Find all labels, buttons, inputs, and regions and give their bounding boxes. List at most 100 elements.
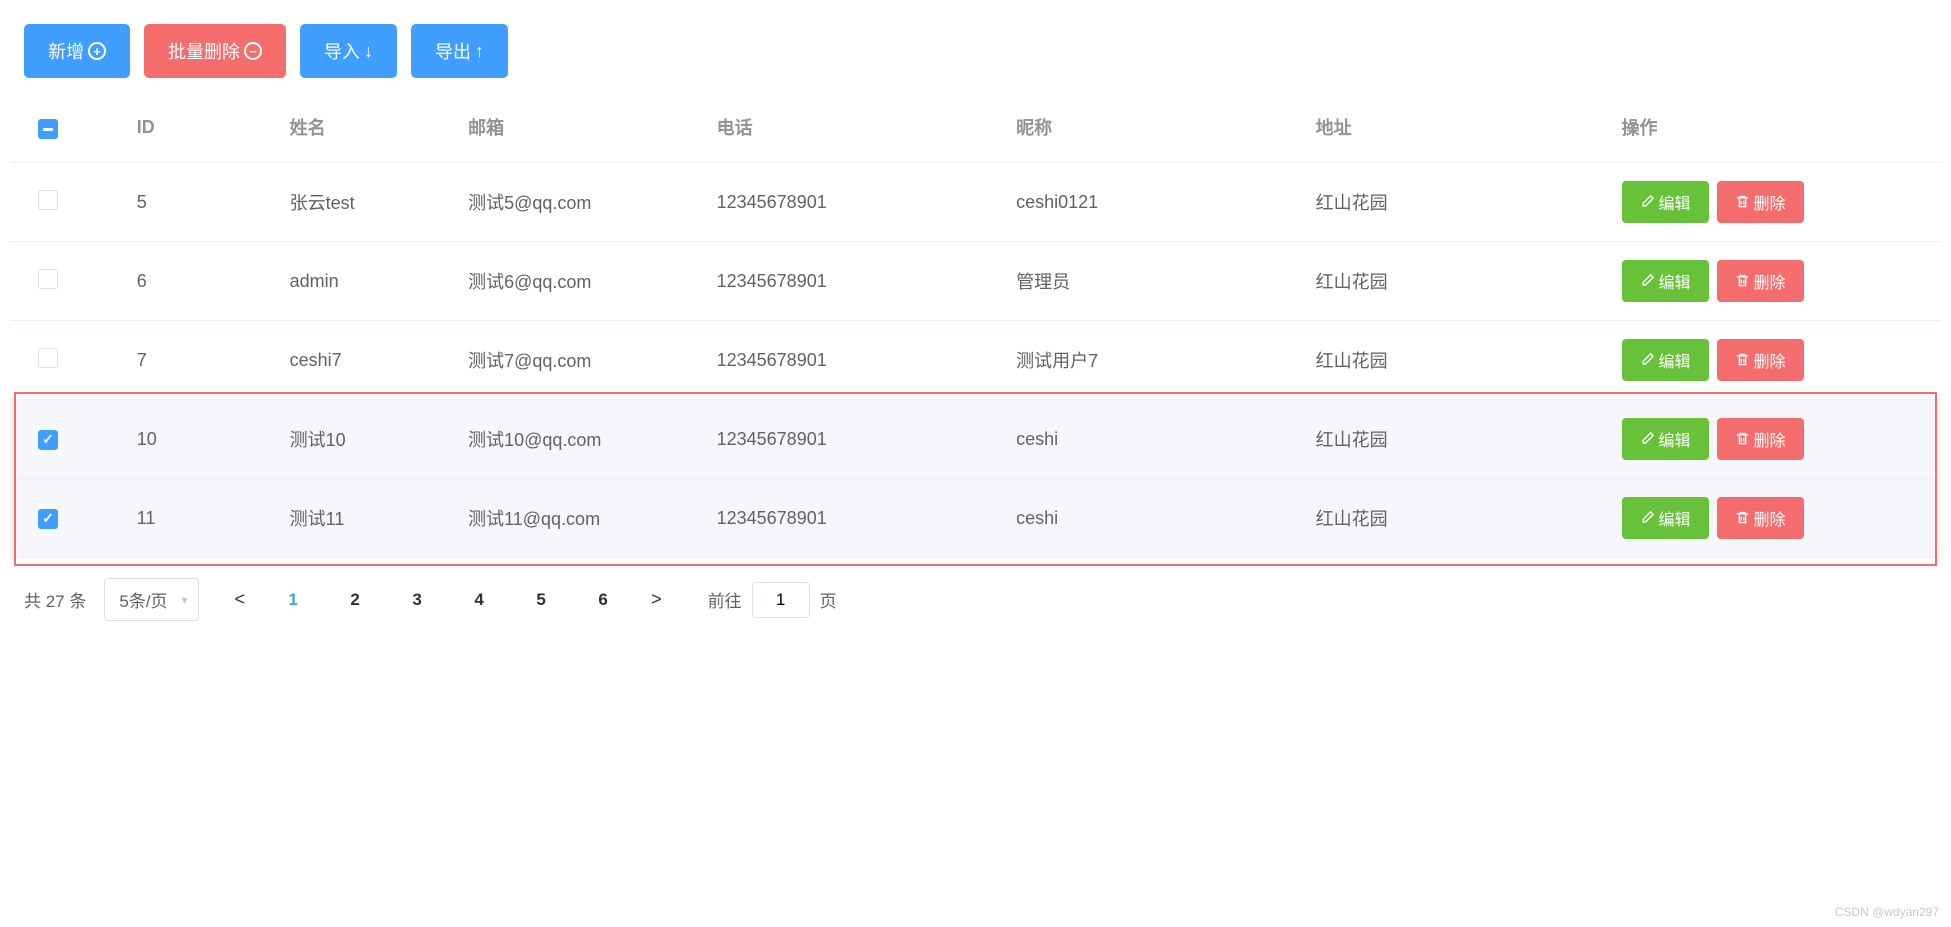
table-row: 7ceshi7测试7@qq.com12345678901测试用户7红山花园 编辑… (10, 321, 1941, 400)
page-number[interactable]: 4 (463, 590, 495, 610)
minus-circle-icon: − (244, 42, 262, 60)
table-header-row: ID 姓名 邮箱 电话 昵称 地址 操作 (10, 92, 1941, 163)
row-checkbox[interactable] (38, 430, 58, 450)
trash-icon (1735, 509, 1750, 527)
edit-button[interactable]: 编辑 (1622, 497, 1709, 539)
cell-addr: 红山花园 (1304, 479, 1610, 558)
cell-name: 张云test (278, 163, 456, 242)
row-checkbox[interactable] (38, 348, 58, 368)
edit-icon (1640, 272, 1655, 290)
row-checkbox[interactable] (38, 269, 58, 289)
prev-page[interactable]: < (227, 589, 254, 610)
page-number[interactable]: 5 (525, 590, 557, 610)
goto-input[interactable] (752, 582, 810, 618)
select-all-checkbox[interactable] (38, 119, 58, 139)
edit-label: 编辑 (1659, 269, 1691, 293)
delete-button[interactable]: 删除 (1717, 339, 1804, 381)
page-number[interactable]: 2 (339, 590, 371, 610)
col-name: 姓名 (278, 92, 456, 163)
chevron-down-icon: ▾ (182, 593, 188, 607)
arrow-down-icon: ↓ (364, 41, 373, 62)
edit-button[interactable]: 编辑 (1622, 260, 1709, 302)
add-label: 新增 (48, 38, 84, 64)
page-size-select[interactable]: 5条/页 ▾ (104, 578, 198, 621)
delete-label: 删除 (1754, 506, 1786, 530)
ops-cell: 编辑 删除 (1622, 181, 1929, 223)
cell-name: ceshi7 (278, 321, 456, 400)
cell-nick: ceshi0121 (1004, 163, 1304, 242)
trash-icon (1735, 351, 1750, 369)
cell-addr: 红山花园 (1304, 321, 1610, 400)
table-row: 10测试10测试10@qq.com12345678901ceshi红山花园 编辑… (10, 400, 1941, 479)
page-list: < 1 2 3 4 5 6 > (227, 589, 670, 610)
ops-cell: 编辑 删除 (1622, 418, 1929, 460)
add-button[interactable]: 新增 + (24, 24, 130, 78)
col-email: 邮箱 (456, 92, 705, 163)
export-button[interactable]: 导出 ↑ (411, 24, 508, 78)
delete-label: 删除 (1754, 427, 1786, 451)
delete-button[interactable]: 删除 (1717, 418, 1804, 460)
edit-label: 编辑 (1659, 506, 1691, 530)
page-size-label: 5条/页 (119, 592, 167, 611)
col-id: ID (125, 92, 278, 163)
delete-button[interactable]: 删除 (1717, 497, 1804, 539)
page-number[interactable]: 6 (587, 590, 619, 610)
import-label: 导入 (324, 38, 360, 64)
plus-circle-icon: + (88, 42, 106, 60)
cell-id: 7 (125, 321, 278, 400)
cell-nick: ceshi (1004, 400, 1304, 479)
table-row: 11测试11测试11@qq.com12345678901ceshi红山花园 编辑… (10, 479, 1941, 558)
ops-cell: 编辑 删除 (1622, 339, 1929, 381)
cell-phone: 12345678901 (705, 242, 1005, 321)
edit-button[interactable]: 编辑 (1622, 181, 1709, 223)
cell-email: 测试5@qq.com (456, 163, 705, 242)
arrow-up-icon: ↑ (475, 41, 484, 62)
cell-phone: 12345678901 (705, 321, 1005, 400)
table-row: 6admin测试6@qq.com12345678901管理员红山花园 编辑 删除 (10, 242, 1941, 321)
ops-cell: 编辑 删除 (1622, 260, 1929, 302)
edit-button[interactable]: 编辑 (1622, 418, 1709, 460)
cell-id: 5 (125, 163, 278, 242)
cell-email: 测试6@qq.com (456, 242, 705, 321)
goto-page: 前往 页 (708, 582, 837, 618)
col-ops: 操作 (1610, 92, 1941, 163)
delete-button[interactable]: 删除 (1717, 181, 1804, 223)
page-number[interactable]: 1 (277, 590, 309, 610)
edit-icon (1640, 509, 1655, 527)
table-row: 5张云test测试5@qq.com12345678901ceshi0121红山花… (10, 163, 1941, 242)
row-checkbox[interactable] (38, 190, 58, 210)
cell-email: 测试7@qq.com (456, 321, 705, 400)
cell-name: 测试11 (278, 479, 456, 558)
cell-addr: 红山花园 (1304, 400, 1610, 479)
trash-icon (1735, 193, 1750, 211)
cell-phone: 12345678901 (705, 479, 1005, 558)
edit-label: 编辑 (1659, 190, 1691, 214)
goto-prefix: 前往 (708, 587, 742, 612)
cell-nick: 管理员 (1004, 242, 1304, 321)
cell-id: 11 (125, 479, 278, 558)
edit-icon (1640, 351, 1655, 369)
cell-email: 测试11@qq.com (456, 479, 705, 558)
delete-label: 删除 (1754, 190, 1786, 214)
next-page[interactable]: > (643, 589, 670, 610)
export-label: 导出 (435, 38, 471, 64)
page-number[interactable]: 3 (401, 590, 433, 610)
edit-button[interactable]: 编辑 (1622, 339, 1709, 381)
col-phone: 电话 (705, 92, 1005, 163)
cell-addr: 红山花园 (1304, 242, 1610, 321)
pagination: 共 27 条 5条/页 ▾ < 1 2 3 4 5 6 > 前往 页 (10, 558, 1941, 641)
row-checkbox[interactable] (38, 509, 58, 529)
cell-id: 10 (125, 400, 278, 479)
edit-label: 编辑 (1659, 348, 1691, 372)
batch-delete-label: 批量删除 (168, 38, 240, 64)
delete-button[interactable]: 删除 (1717, 260, 1804, 302)
col-addr: 地址 (1304, 92, 1610, 163)
delete-label: 删除 (1754, 269, 1786, 293)
batch-delete-button[interactable]: 批量删除 − (144, 24, 286, 78)
cell-email: 测试10@qq.com (456, 400, 705, 479)
edit-icon (1640, 430, 1655, 448)
cell-name: 测试10 (278, 400, 456, 479)
import-button[interactable]: 导入 ↓ (300, 24, 397, 78)
cell-phone: 12345678901 (705, 400, 1005, 479)
total-count: 共 27 条 (24, 587, 86, 612)
